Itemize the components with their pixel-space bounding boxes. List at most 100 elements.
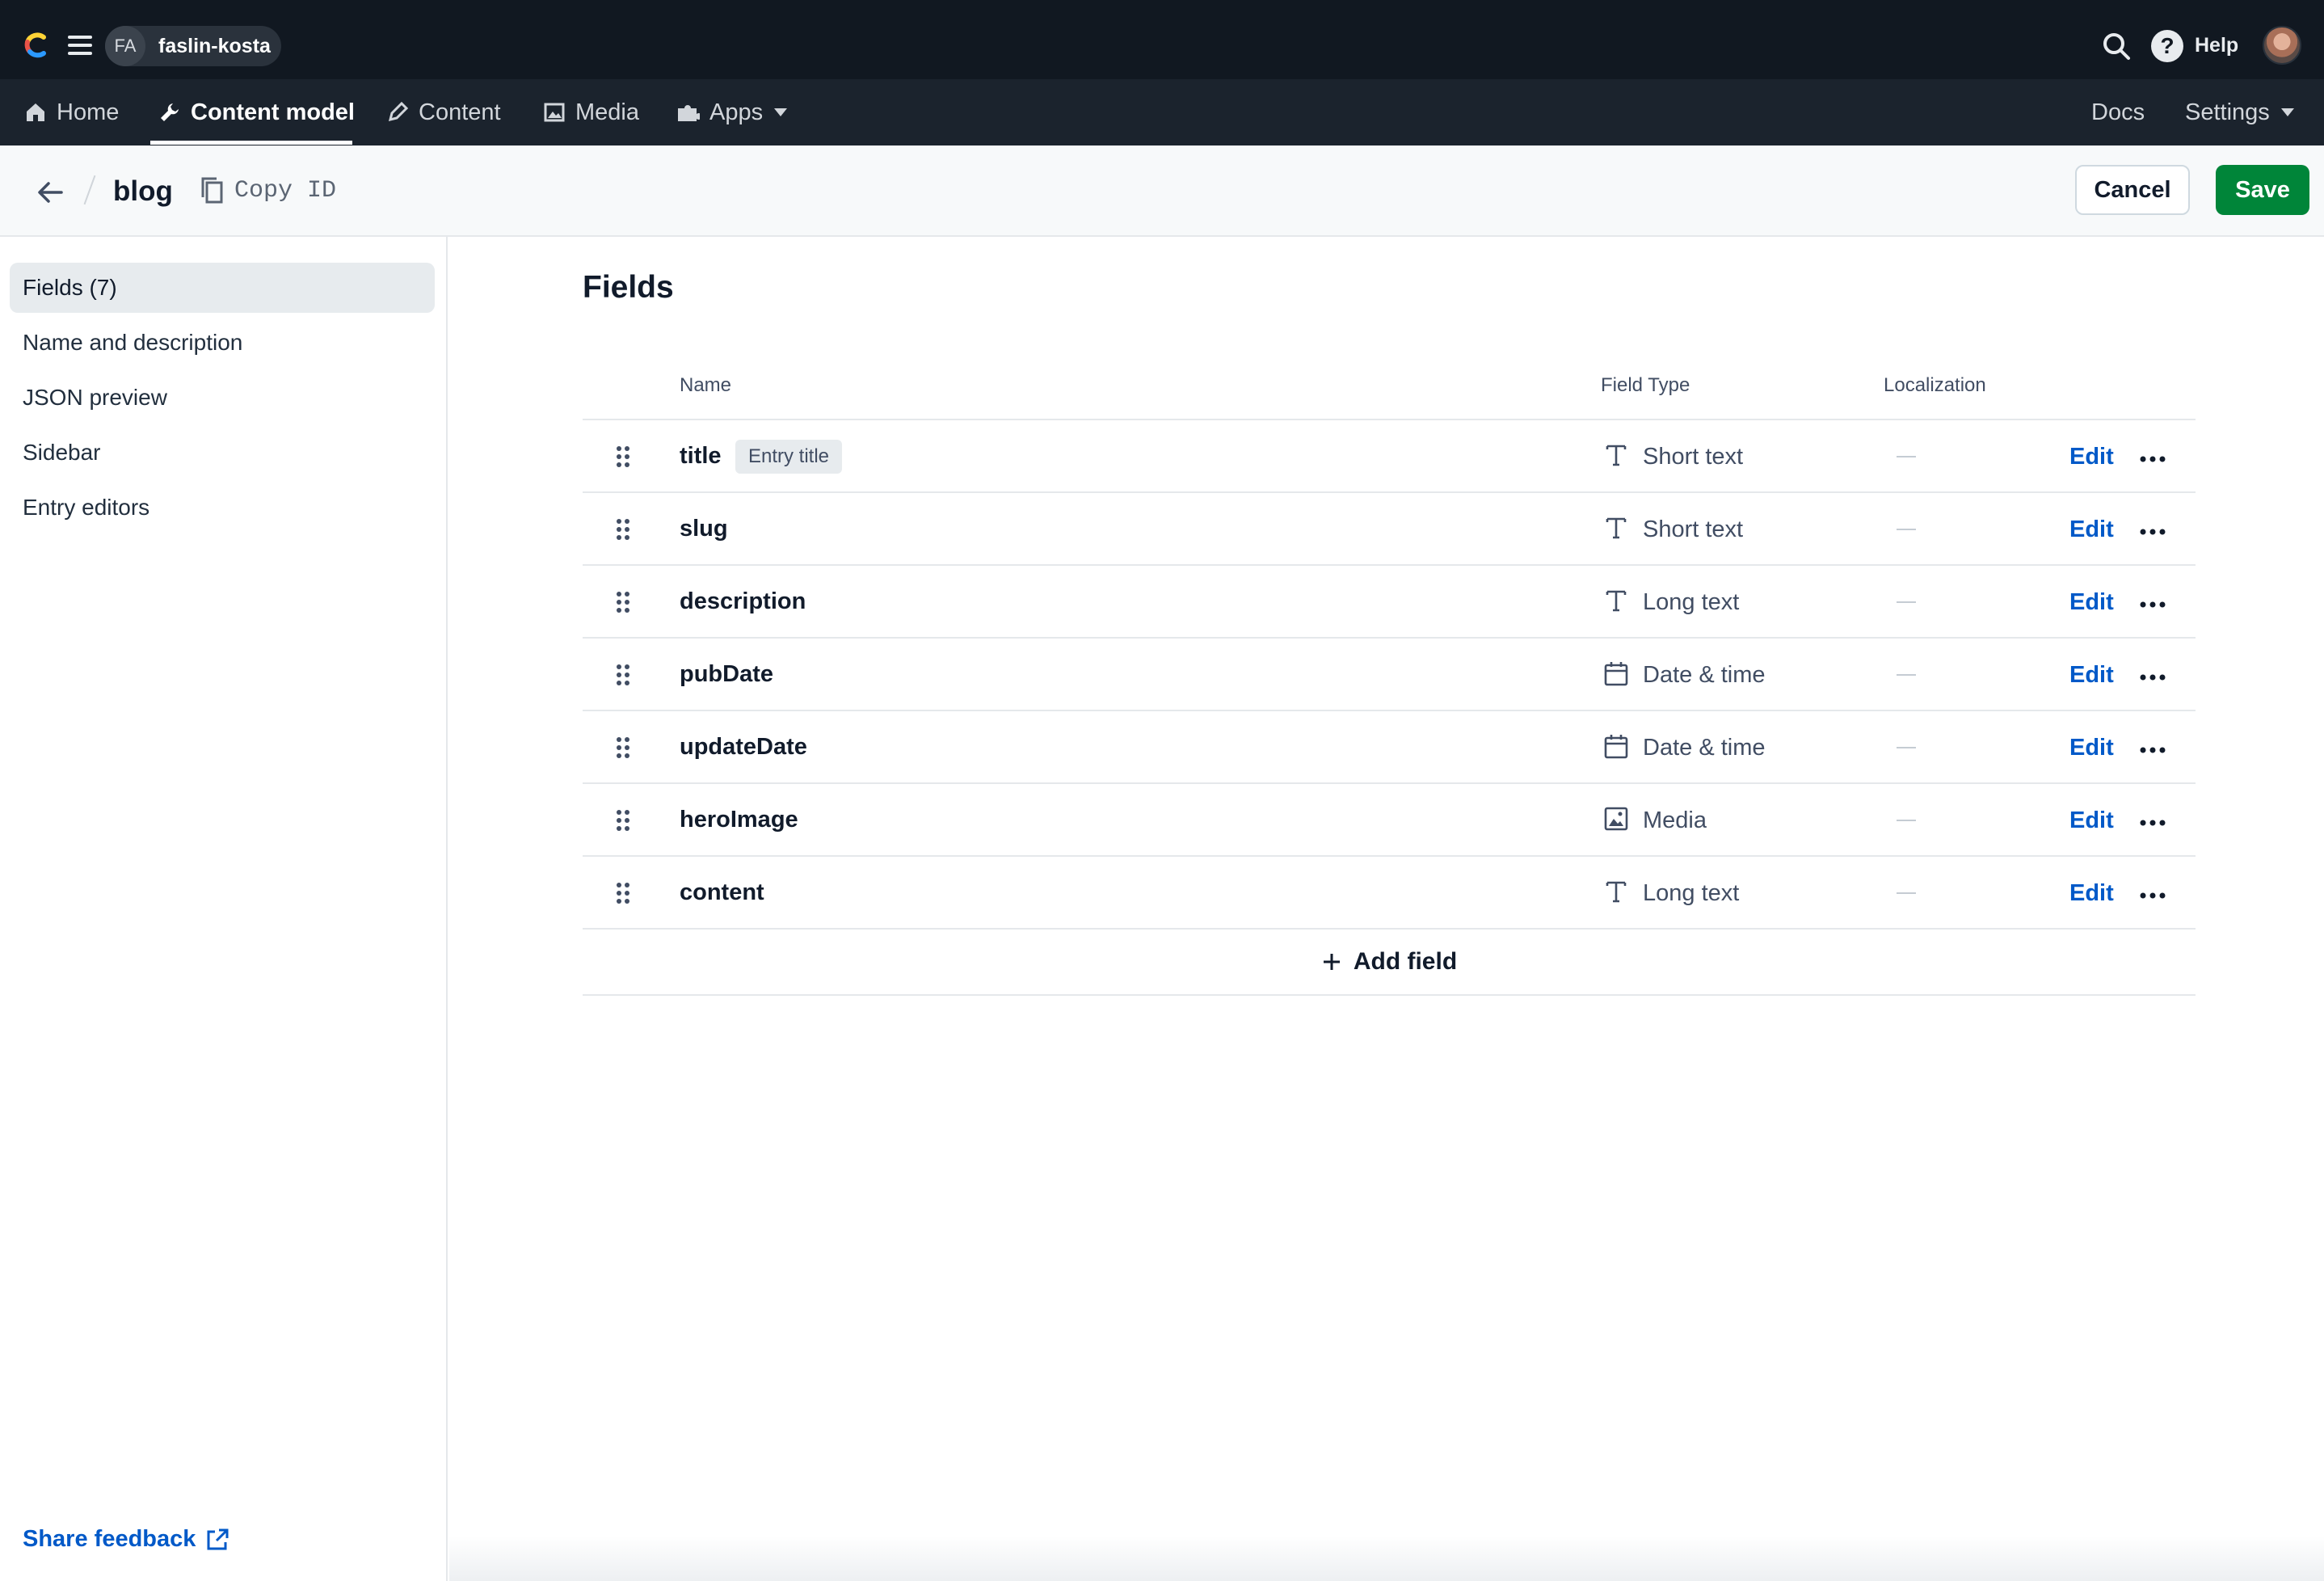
- table-row[interactable]: pubDate Date & time Edit: [583, 639, 2196, 711]
- field-type-label: Short text: [1643, 444, 1744, 470]
- drag-handle-icon[interactable]: [615, 808, 631, 833]
- more-options-icon[interactable]: [2139, 816, 2166, 826]
- content-type-header: blog Copy ID Cancel Save: [0, 145, 2324, 237]
- more-options-icon[interactable]: [2139, 598, 2166, 608]
- localization-empty-dash: [1897, 892, 1916, 894]
- field-type-label: Long text: [1643, 589, 1740, 615]
- nav-apps[interactable]: Apps: [676, 79, 788, 145]
- space-switcher[interactable]: FA faslin-kosta: [105, 26, 281, 66]
- drag-handle-icon[interactable]: [615, 590, 631, 614]
- localization-empty-dash: [1897, 747, 1916, 748]
- avatar[interactable]: [2263, 26, 2301, 65]
- image-icon: [544, 103, 565, 122]
- fields-heading: Fields: [583, 270, 674, 305]
- field-name: heroImage: [680, 807, 798, 833]
- nav-content-model[interactable]: Content model: [158, 79, 355, 145]
- localization-empty-dash: [1897, 601, 1916, 603]
- table-row[interactable]: title Entry title Short text Edit: [583, 420, 2196, 493]
- localization-empty-dash: [1897, 456, 1916, 457]
- text-icon: [1606, 881, 1627, 903]
- contentful-logo-icon[interactable]: [23, 31, 52, 60]
- chevron-down-icon: [2280, 108, 2294, 116]
- column-header-field-type: Field Type: [1601, 374, 1690, 396]
- main-nav: Home Content model Content Media Apps Do…: [0, 79, 2324, 145]
- edit-field-button[interactable]: Edit: [2069, 589, 2114, 616]
- localization-empty-dash: [1897, 529, 1916, 530]
- field-name: updateDate: [680, 734, 807, 760]
- text-icon: [1606, 517, 1627, 539]
- sidebar-item-fields[interactable]: Fields (7): [10, 263, 435, 313]
- column-header-name: Name: [680, 374, 732, 396]
- active-tab-indicator: [150, 141, 352, 145]
- field-name: description: [680, 588, 806, 614]
- external-link-icon: [207, 1528, 229, 1549]
- calendar-icon: [1604, 662, 1628, 686]
- cancel-button[interactable]: Cancel: [2075, 165, 2190, 215]
- table-row[interactable]: updateDate Date & time Edit: [583, 711, 2196, 784]
- help-icon[interactable]: ?: [2151, 30, 2183, 62]
- sidebar-item-name-and-description[interactable]: Name and description: [10, 318, 435, 368]
- puzzle-icon: [678, 105, 700, 121]
- menu-icon[interactable]: [68, 36, 92, 55]
- nav-media[interactable]: Media: [543, 79, 639, 145]
- localization-empty-dash: [1897, 674, 1916, 676]
- space-initials: FA: [105, 26, 145, 66]
- more-options-icon[interactable]: [2139, 889, 2166, 899]
- drag-handle-icon[interactable]: [615, 736, 631, 760]
- text-icon: [1606, 590, 1627, 612]
- more-options-icon[interactable]: [2139, 744, 2166, 753]
- help-label[interactable]: Help: [2195, 34, 2238, 57]
- field-type-label: Long text: [1643, 880, 1740, 906]
- entry-title-badge: Entry title: [735, 440, 843, 474]
- plus-icon: [1323, 954, 1340, 970]
- nav-settings[interactable]: Settings: [2185, 79, 2294, 145]
- nav-home[interactable]: Home: [24, 79, 119, 145]
- drag-handle-icon[interactable]: [615, 445, 631, 469]
- share-feedback-link[interactable]: Share feedback: [23, 1526, 229, 1553]
- more-options-icon[interactable]: [2139, 671, 2166, 681]
- nav-media-label: Media: [575, 99, 639, 125]
- nav-apps-label: Apps: [709, 99, 764, 125]
- drag-handle-icon[interactable]: [615, 663, 631, 687]
- space-name: faslin-kosta: [158, 34, 271, 57]
- drag-handle-icon[interactable]: [615, 517, 631, 542]
- sidebar-item-sidebar[interactable]: Sidebar: [10, 428, 435, 478]
- nav-docs[interactable]: Docs: [2091, 79, 2145, 145]
- save-button[interactable]: Save: [2216, 165, 2309, 215]
- scroll-shadow: [449, 1536, 2324, 1581]
- sidebar: Fields (7) Name and description JSON pre…: [0, 237, 448, 1581]
- nav-content[interactable]: Content: [386, 79, 501, 145]
- table-row[interactable]: content Long text Edit: [583, 857, 2196, 930]
- drag-handle-icon[interactable]: [615, 881, 631, 905]
- field-name: content: [680, 879, 764, 905]
- table-row[interactable]: heroImage Media Edit: [583, 784, 2196, 857]
- field-type-label: Short text: [1643, 516, 1744, 542]
- share-feedback-label: Share feedback: [23, 1526, 196, 1552]
- edit-field-button[interactable]: Edit: [2069, 735, 2114, 761]
- more-options-icon[interactable]: [2139, 453, 2166, 462]
- more-options-icon[interactable]: [2139, 525, 2166, 535]
- nav-docs-label: Docs: [2091, 99, 2145, 125]
- pen-icon: [388, 101, 409, 122]
- copy-id-label: Copy ID: [234, 177, 337, 204]
- edit-field-button[interactable]: Edit: [2069, 880, 2114, 907]
- copy-id-button[interactable]: Copy ID: [200, 176, 336, 205]
- nav-content-model-label: Content model: [191, 99, 355, 125]
- edit-field-button[interactable]: Edit: [2069, 516, 2114, 543]
- chevron-down-icon: [774, 108, 788, 116]
- home-icon: [27, 103, 44, 121]
- table-row[interactable]: slug Short text Edit: [583, 493, 2196, 566]
- nav-content-label: Content: [419, 99, 501, 125]
- search-icon[interactable]: [2101, 31, 2132, 61]
- field-type-label: Date & time: [1643, 735, 1766, 761]
- calendar-icon: [1604, 735, 1628, 759]
- edit-field-button[interactable]: Edit: [2069, 444, 2114, 470]
- edit-field-button[interactable]: Edit: [2069, 807, 2114, 834]
- sidebar-item-entry-editors[interactable]: Entry editors: [10, 483, 435, 533]
- localization-empty-dash: [1897, 820, 1916, 821]
- sidebar-item-json-preview[interactable]: JSON preview: [10, 373, 435, 423]
- table-row[interactable]: description Long text Edit: [583, 566, 2196, 639]
- edit-field-button[interactable]: Edit: [2069, 662, 2114, 689]
- back-arrow-icon[interactable]: [32, 176, 68, 209]
- add-field-button[interactable]: Add field: [583, 930, 2196, 996]
